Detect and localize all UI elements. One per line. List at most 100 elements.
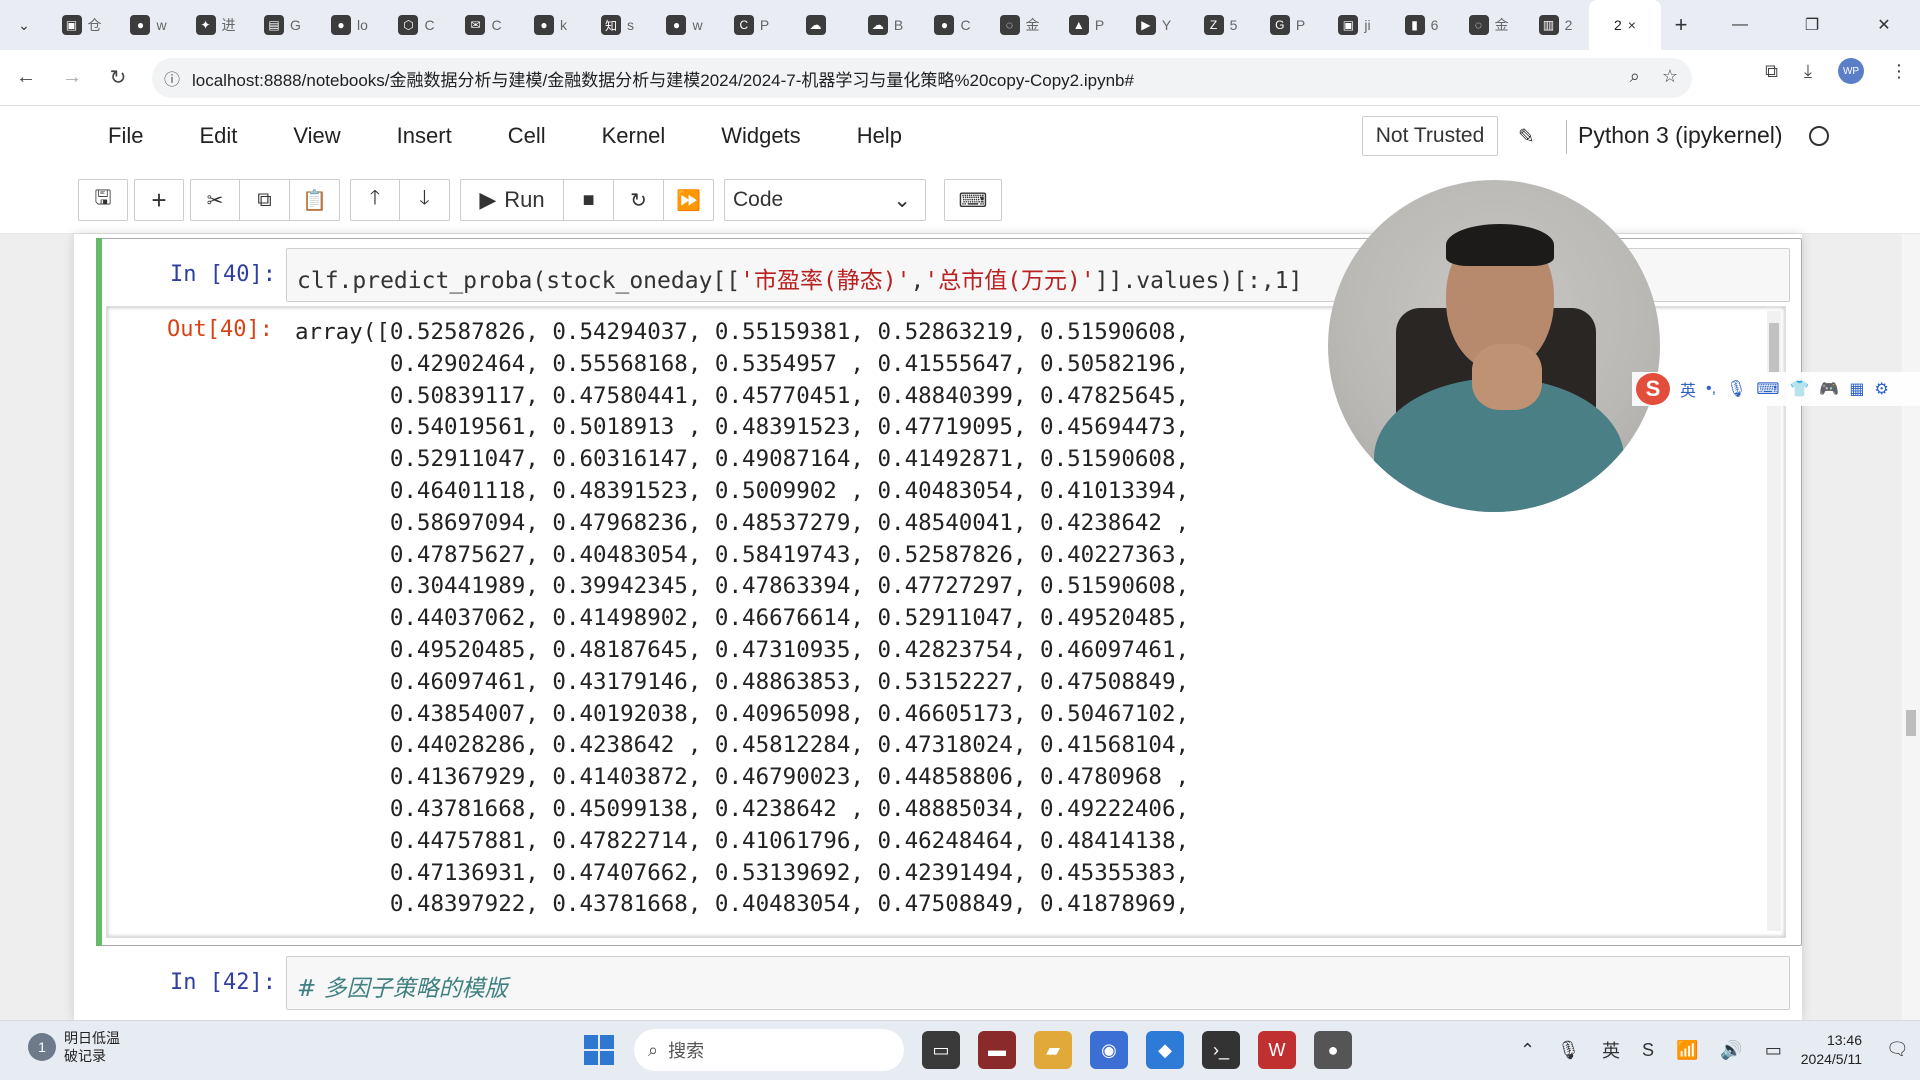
restart-kernel-button[interactable]: ↻ bbox=[614, 179, 664, 221]
menu-widgets[interactable]: Widgets bbox=[721, 123, 800, 149]
command-palette-keyboard-button[interactable]: ⌨ bbox=[944, 179, 1002, 221]
code-editor-2[interactable]: # 多因子策略的模版 bbox=[286, 956, 1790, 1010]
task-view-icon[interactable]: ▭ bbox=[922, 1031, 960, 1069]
bookmark-star-icon[interactable]: ☆ bbox=[1662, 66, 1678, 87]
pycharm-icon[interactable]: ◆ bbox=[1146, 1031, 1184, 1069]
ime-game-icon[interactable]: 🎮 bbox=[1819, 379, 1839, 399]
file-explorer-icon[interactable]: ▰ bbox=[1034, 1031, 1072, 1069]
site-info-icon[interactable]: ⓘ bbox=[152, 66, 192, 90]
browser-tab[interactable]: ▣ ji bbox=[1321, 0, 1388, 50]
download-icon[interactable]: ⤓ bbox=[1804, 61, 1812, 82]
browser-tab[interactable]: ◌ 金 bbox=[986, 0, 1053, 50]
close-tab-icon[interactable]: × bbox=[1628, 17, 1636, 33]
paste-cells-button[interactable]: 📋 bbox=[290, 179, 340, 221]
tray-overflow-chevron-icon[interactable]: ⌃ bbox=[1520, 1040, 1535, 1061]
browser-tab[interactable]: ✦ 进 bbox=[182, 0, 249, 50]
output-scrollbar-thumb[interactable] bbox=[1769, 323, 1779, 373]
browser-tab[interactable]: ▣ 仓 bbox=[48, 0, 115, 50]
terminal-icon[interactable]: ›_ bbox=[1202, 1031, 1240, 1069]
page-scrollbar[interactable] bbox=[1902, 234, 1920, 1020]
omnibox[interactable]: ⓘ localhost:8888/notebooks/金融数据分析与建模/金融数… bbox=[152, 58, 1692, 98]
ime-settings-icon[interactable]: ⚙ bbox=[1874, 379, 1888, 399]
minimize-icon[interactable]: — bbox=[1704, 0, 1776, 50]
browser-tab[interactable]: ▮ 6 bbox=[1388, 0, 1455, 50]
browser-tab[interactable]: ☁ B bbox=[852, 0, 919, 50]
start-button-windows-icon[interactable] bbox=[584, 1035, 614, 1065]
browser-tab[interactable]: ● lo bbox=[316, 0, 383, 50]
browser-tab[interactable]: ✉ C bbox=[450, 0, 517, 50]
notification-center-icon[interactable]: 🗨 bbox=[1886, 1039, 1909, 1060]
close-window-icon[interactable]: ✕ bbox=[1848, 0, 1920, 50]
menu-file[interactable]: File bbox=[108, 123, 143, 149]
browser-menu-icon[interactable]: ⋮ bbox=[1890, 61, 1908, 82]
tray-microphone-icon[interactable]: 🎙 bbox=[1557, 1040, 1580, 1061]
browser-tab[interactable]: ▤ G bbox=[249, 0, 316, 50]
browser-tab[interactable]: ▶ Y bbox=[1120, 0, 1187, 50]
menu-insert[interactable]: Insert bbox=[397, 123, 452, 149]
browser-tab[interactable]: ◌ 金 bbox=[1455, 0, 1522, 50]
browser-tab[interactable]: ▥ 2 bbox=[1522, 0, 1589, 50]
weather-widget[interactable]: 1 明日低温 破记录 bbox=[28, 1029, 120, 1065]
browser-tab[interactable]: GP bbox=[1254, 0, 1321, 50]
interrupt-kernel-button[interactable]: ■ bbox=[564, 179, 614, 221]
zoom-icon[interactable]: ⌕ bbox=[1630, 66, 1640, 87]
menu-help[interactable]: Help bbox=[857, 123, 902, 149]
browser-tab[interactable]: ● C bbox=[919, 0, 986, 50]
code-line[interactable]: clf.predict_proba(stock_oneday[['市盈率(静态)… bbox=[297, 261, 1302, 295]
tray-sogou-icon[interactable]: S bbox=[1642, 1040, 1654, 1061]
ime-language-toggle[interactable]: 英 bbox=[1680, 377, 1696, 401]
browser-tab[interactable]: ● w bbox=[115, 0, 182, 50]
new-tab-button[interactable]: + bbox=[1661, 0, 1701, 50]
tab-search-chevron-icon[interactable]: ⌄ bbox=[0, 0, 48, 50]
restart-run-all-button[interactable]: ⏩ bbox=[664, 179, 714, 221]
ime-skin-icon[interactable]: 👕 bbox=[1789, 379, 1809, 399]
ime-logo-icon[interactable]: S bbox=[1636, 373, 1670, 405]
ime-keyboard-icon[interactable]: ⌨ bbox=[1756, 379, 1779, 399]
system-clock[interactable]: 13:46 2024/5/11 bbox=[1790, 1031, 1862, 1069]
browser-tab[interactable]: ● k bbox=[517, 0, 584, 50]
ime-punctuation-icon[interactable]: •, bbox=[1706, 380, 1716, 398]
back-icon[interactable]: ← bbox=[6, 58, 46, 98]
restore-icon[interactable]: ❐ bbox=[1776, 0, 1848, 50]
run-button[interactable]: ▶ Run bbox=[460, 179, 564, 221]
code-comment[interactable]: # 多因子策略的模版 bbox=[297, 969, 508, 1003]
ime-microphone-icon[interactable]: 🎙 bbox=[1726, 379, 1746, 399]
forward-icon[interactable]: → bbox=[52, 58, 92, 98]
browser-tab[interactable]: 知s bbox=[584, 0, 651, 50]
reload-icon[interactable]: ↻ bbox=[98, 58, 138, 98]
extensions-icon[interactable]: ⧉ bbox=[1765, 61, 1778, 82]
ime-apps-icon[interactable]: ▦ bbox=[1849, 379, 1864, 399]
cut-cells-button[interactable]: ✂ bbox=[190, 179, 240, 221]
move-cell-up-button[interactable]: 🡑 bbox=[350, 179, 400, 221]
volume-icon[interactable]: 🔊 bbox=[1720, 1040, 1742, 1061]
save-button[interactable]: 🖫 bbox=[78, 179, 128, 221]
menu-cell[interactable]: Cell bbox=[508, 123, 546, 149]
menu-kernel[interactable]: Kernel bbox=[602, 123, 666, 149]
browser-tab[interactable]: Z5 bbox=[1187, 0, 1254, 50]
profile-avatar[interactable]: WP bbox=[1838, 58, 1864, 84]
cell-type-select[interactable]: Code ⌄ bbox=[724, 179, 926, 221]
insert-cell-below-button[interactable]: + bbox=[134, 179, 184, 221]
kernel-name[interactable]: Python 3 (ipykernel) bbox=[1578, 122, 1783, 149]
browser-tab[interactable]: ⬡ C bbox=[383, 0, 450, 50]
browser-tab[interactable]: ● w bbox=[651, 0, 718, 50]
recorder-icon[interactable]: ● bbox=[1314, 1031, 1352, 1069]
wps-icon[interactable]: W bbox=[1258, 1031, 1296, 1069]
tab-active[interactable]: 2 × bbox=[1589, 0, 1661, 50]
menu-view[interactable]: View bbox=[293, 123, 340, 149]
move-cell-down-button[interactable]: 🡓 bbox=[400, 179, 450, 221]
wifi-icon[interactable]: 📶 bbox=[1676, 1040, 1698, 1061]
not-trusted-indicator[interactable]: Not Trusted bbox=[1362, 116, 1498, 156]
browser-tab[interactable]: ☁ bbox=[785, 0, 852, 50]
copy-cells-button[interactable]: ⧉ bbox=[240, 179, 290, 221]
chrome-icon[interactable]: ◉ bbox=[1090, 1031, 1128, 1069]
tray-ime-icon[interactable]: 英 bbox=[1602, 1037, 1620, 1063]
url-text[interactable]: localhost:8888/notebooks/金融数据分析与建模/金融数据分… bbox=[192, 66, 1134, 91]
browser-tab[interactable]: CP bbox=[718, 0, 785, 50]
battery-icon[interactable]: ▭ bbox=[1765, 1040, 1782, 1061]
media-app-icon[interactable]: ▬ bbox=[978, 1031, 1016, 1069]
menu-edit[interactable]: Edit bbox=[199, 123, 237, 149]
taskbar-search[interactable]: ⌕ 搜索 bbox=[634, 1029, 904, 1071]
browser-tab[interactable]: ▲ P bbox=[1053, 0, 1120, 50]
page-scrollbar-thumb[interactable] bbox=[1906, 710, 1916, 736]
